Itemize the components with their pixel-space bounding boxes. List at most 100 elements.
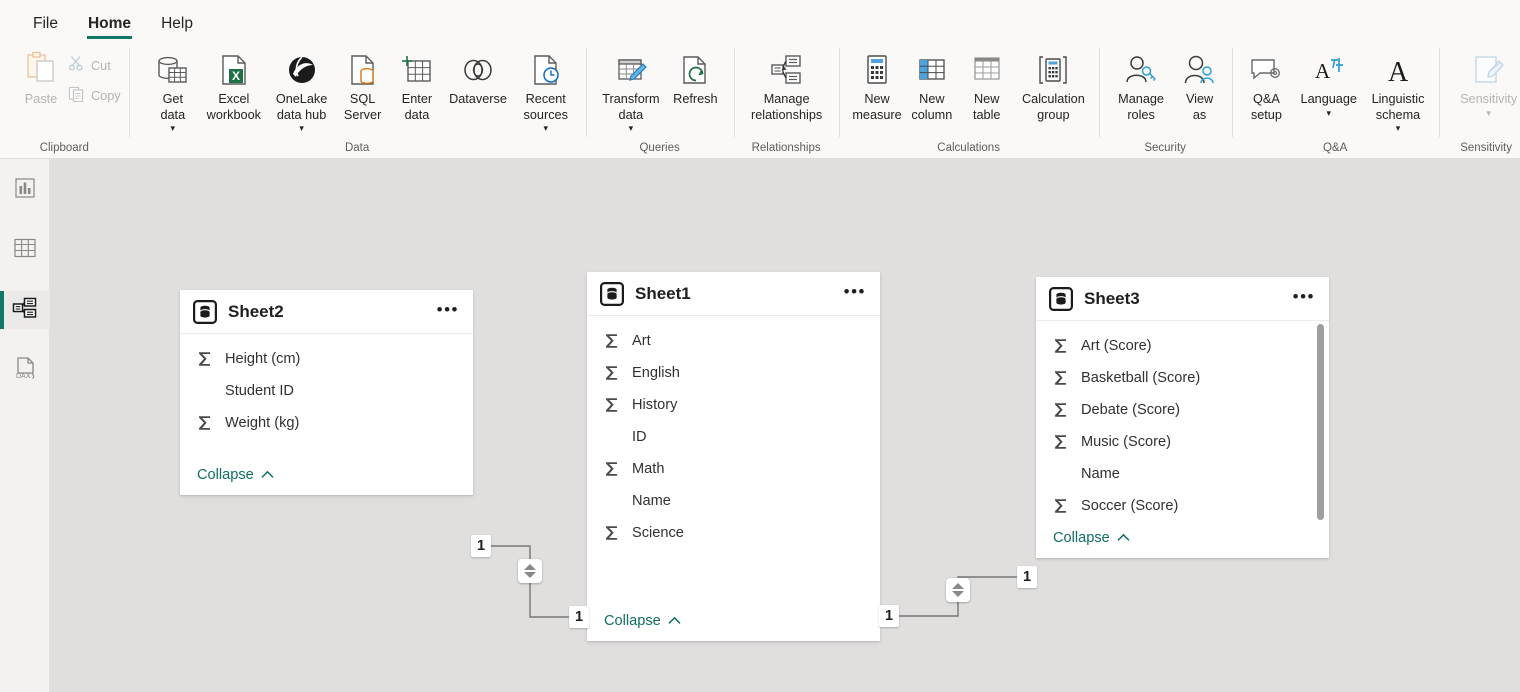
field-list-item[interactable]: Weight (kg) <box>180 407 473 439</box>
excel-workbook-button[interactable]: X Excel workbook <box>201 46 267 123</box>
chevron-down-icon[interactable]: ▾ <box>1396 123 1401 134</box>
cut-button[interactable]: Cut <box>68 55 121 77</box>
table-card[interactable]: Sheet2 ••• Height (cm) Student ID Weight (kg… <box>180 290 473 495</box>
onelake-data-hub-icon <box>285 50 319 90</box>
model-canvas[interactable]: Sheet2 ••• Height (cm) Student ID Weight (kg… <box>50 159 1520 692</box>
table-more-options-button[interactable]: ••• <box>1291 286 1317 312</box>
sidebar-item-dax-query-view[interactable]: DAX <box>0 351 50 389</box>
field-list-item[interactable]: Math <box>587 453 880 485</box>
table-card[interactable]: Sheet1 ••• Art English History ID Math Name Scie… <box>587 272 880 641</box>
get-data-button[interactable]: Get data ▾ <box>147 46 199 134</box>
paste-button[interactable]: Paste <box>14 46 68 106</box>
sidebar-item-model-view[interactable] <box>0 291 50 329</box>
chevron-down-icon[interactable]: ▾ <box>299 123 304 134</box>
transform-data-label: Transform data <box>602 92 660 122</box>
arrow-up-icon <box>952 583 964 589</box>
manage-roles-label: Manage roles <box>1118 92 1164 122</box>
cross-filter-direction-icon[interactable] <box>946 578 970 602</box>
field-list-scrollbar[interactable] <box>1317 324 1324 520</box>
chevron-down-icon[interactable]: ▾ <box>629 123 634 134</box>
table-card-footer: Collapse <box>180 466 473 495</box>
sigma-aggregate-icon <box>1053 338 1070 354</box>
field-list-item[interactable]: Height (cm) <box>180 343 473 375</box>
sigma-aggregate-icon <box>604 365 621 381</box>
onelake-data-hub-label: OneLake data hub <box>275 92 328 122</box>
field-list-item[interactable]: Debate (Score) <box>1036 394 1329 426</box>
transform-data-button[interactable]: Transform data ▾ <box>600 46 663 134</box>
collapse-button[interactable]: Collapse <box>197 467 274 483</box>
field-name: Name <box>1081 466 1120 482</box>
field-list-item[interactable]: English <box>587 357 880 389</box>
linguistic-schema-button[interactable]: A Linguistic schema ▾ <box>1364 46 1431 134</box>
field-name: Student ID <box>225 383 294 399</box>
field-list-item[interactable]: Art (Score) <box>1036 330 1329 362</box>
language-icon: A <box>1312 50 1346 90</box>
table-card-header[interactable]: Sheet1 ••• <box>587 272 880 316</box>
table-more-options-button[interactable]: ••• <box>435 299 461 325</box>
chevron-down-icon[interactable]: ▾ <box>1486 108 1491 119</box>
tab-file[interactable]: File <box>22 15 69 41</box>
collapse-button[interactable]: Collapse <box>1053 530 1130 546</box>
new-measure-button[interactable]: New measure <box>851 46 904 123</box>
field-list-item[interactable]: ID <box>587 421 880 453</box>
chevron-down-icon[interactable]: ▾ <box>171 123 176 134</box>
group-label-security: Security <box>1144 142 1186 155</box>
chevron-down-icon[interactable]: ▾ <box>1327 108 1332 119</box>
field-list: Art English History ID Math Name Science <box>587 316 880 612</box>
new-table-button[interactable]: New table <box>960 46 1013 123</box>
table-title: Sheet2 <box>228 301 284 321</box>
manage-roles-button[interactable]: Manage roles <box>1110 46 1173 123</box>
field-list-item[interactable]: Science <box>587 517 880 549</box>
new-column-button[interactable]: New column <box>905 46 958 123</box>
tab-help[interactable]: Help <box>150 15 204 41</box>
tab-home[interactable]: Home <box>77 15 142 41</box>
sidebar-item-report-view[interactable] <box>0 171 50 209</box>
refresh-button[interactable]: Refresh <box>664 46 727 108</box>
table-more-options-button[interactable]: ••• <box>842 281 868 307</box>
field-list-item[interactable]: Art <box>587 325 880 357</box>
copy-button[interactable]: Copy <box>68 85 121 107</box>
ribbon-group-security: Manage roles View as Security <box>1098 40 1232 158</box>
field-list-item[interactable]: Basketball (Score) <box>1036 362 1329 394</box>
manage-relationships-label: Manage relationships <box>751 92 823 122</box>
qa-setup-icon <box>1249 50 1283 90</box>
collapse-button[interactable]: Collapse <box>604 613 681 629</box>
svg-text:X: X <box>232 69 240 83</box>
field-list-item[interactable]: Student ID <box>180 375 473 407</box>
recent-sources-button[interactable]: Recent sources ▾ <box>513 46 579 134</box>
field-list-item[interactable]: Soccer (Score) <box>1036 490 1329 522</box>
table-card-header[interactable]: Sheet2 ••• <box>180 290 473 334</box>
onelake-data-hub-button[interactable]: OneLake data hub ▾ <box>269 46 335 134</box>
new-measure-icon <box>863 50 891 90</box>
sidebar-item-table-view[interactable] <box>0 231 50 269</box>
refresh-label: Refresh <box>673 92 718 106</box>
field-list: Art (Score) Basketball (Score) Debate (Sco… <box>1036 321 1329 529</box>
table-card-header[interactable]: Sheet3 ••• <box>1036 277 1329 321</box>
collapse-label: Collapse <box>1053 530 1110 546</box>
calculation-group-icon <box>1036 50 1070 90</box>
view-as-button[interactable]: View as <box>1175 46 1225 123</box>
field-name: Science <box>632 525 684 541</box>
sql-server-button[interactable]: SQL Server <box>336 46 388 123</box>
ribbon-group-relationships: Manage relationships Relationships <box>733 40 839 158</box>
cross-filter-direction-icon[interactable] <box>518 559 542 583</box>
sensitivity-button[interactable]: Sensitivity ▾ <box>1451 46 1520 119</box>
chevron-down-icon[interactable]: ▾ <box>543 123 548 134</box>
calculation-group-button[interactable]: Calculation group <box>1015 46 1092 123</box>
language-button[interactable]: A Language ▾ <box>1295 46 1362 119</box>
qa-setup-button[interactable]: Q&A setup <box>1240 46 1294 123</box>
table-card[interactable]: Sheet3 ••• Art (Score) Basketball (Score) De… <box>1036 277 1329 558</box>
language-label: Language <box>1300 92 1357 106</box>
field-list-item[interactable]: Music (Score) <box>1036 426 1329 458</box>
enter-data-button[interactable]: Enter data <box>391 46 443 123</box>
manage-relationships-button[interactable]: Manage relationships <box>742 46 832 123</box>
transform-data-icon <box>614 50 648 90</box>
field-list-item[interactable]: History <box>587 389 880 421</box>
table-title: Sheet3 <box>1084 288 1140 308</box>
table-card-footer: Collapse <box>587 612 880 641</box>
field-list-item[interactable]: Name <box>1036 458 1329 490</box>
field-list-item[interactable]: Name <box>587 485 880 517</box>
dataverse-button[interactable]: Dataverse <box>445 46 511 108</box>
cardinality-badge: 1 <box>1017 566 1037 588</box>
sql-server-icon <box>347 50 379 90</box>
